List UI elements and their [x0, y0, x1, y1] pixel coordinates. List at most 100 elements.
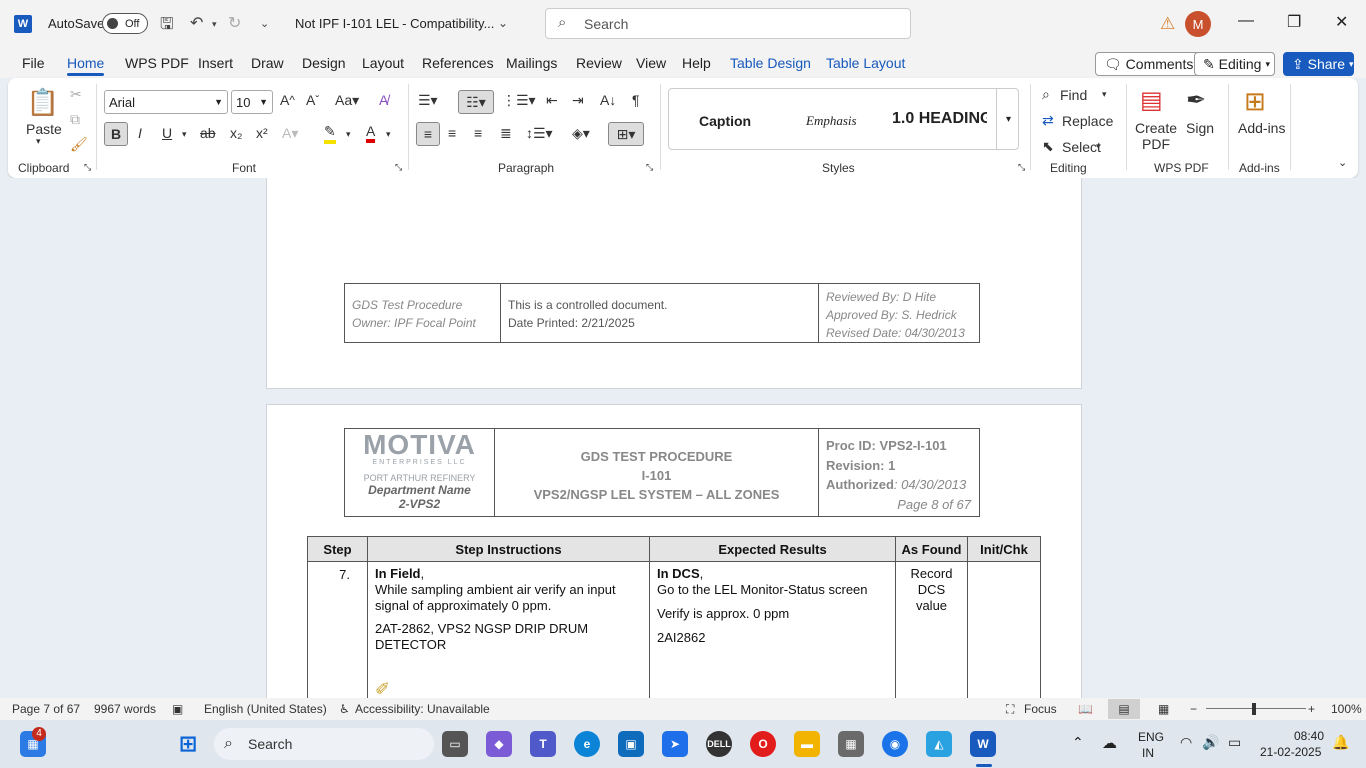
- style-heading[interactable]: 1.0 HEADING: [892, 110, 987, 128]
- tab-home[interactable]: Home: [67, 55, 105, 76]
- strikethrough-button[interactable]: ab: [200, 125, 216, 141]
- page-7[interactable]: GDS Test Procedure Owner: IPF Focal Poin…: [266, 178, 1082, 389]
- clock-date[interactable]: 21-02-2025: [1260, 745, 1321, 759]
- underline-button[interactable]: U: [162, 125, 172, 141]
- document-title[interactable]: Not IPF I-101 LEL - Compatibility...: [295, 16, 494, 31]
- sign-icon[interactable]: ✒: [1186, 86, 1206, 115]
- tab-help[interactable]: Help: [682, 55, 711, 71]
- minimize-icon[interactable]: —: [1238, 12, 1254, 30]
- proofing-icon[interactable]: ▣: [172, 702, 183, 716]
- create-pdf-button[interactable]: Create PDF: [1135, 120, 1177, 152]
- tab-insert[interactable]: Insert: [198, 55, 233, 71]
- align-right-icon[interactable]: ≡: [474, 125, 482, 141]
- tab-draw[interactable]: Draw: [251, 55, 284, 71]
- shading-icon[interactable]: ◈▾: [572, 125, 590, 142]
- calculator-icon[interactable]: ▦: [838, 731, 864, 757]
- borders-icon[interactable]: ⊞▾: [608, 122, 644, 146]
- font-launcher-icon[interactable]: ⤡: [395, 162, 402, 173]
- italic-button[interactable]: I: [138, 125, 142, 141]
- avatar[interactable]: M: [1185, 11, 1211, 37]
- font-color-dropdown-icon[interactable]: ▾: [386, 129, 391, 140]
- replace-button[interactable]: Replace: [1062, 113, 1113, 129]
- language[interactable]: English (United States): [204, 702, 327, 716]
- tab-table-layout[interactable]: Table Layout: [826, 55, 905, 71]
- title-chevron-icon[interactable]: ⌄: [498, 16, 508, 30]
- format-painter-icon[interactable]: 🖌: [70, 136, 88, 153]
- grow-font-icon[interactable]: A ^: [280, 92, 295, 108]
- numbering-icon[interactable]: ☷▾: [458, 90, 494, 114]
- copy-icon[interactable]: ⧉: [70, 111, 80, 128]
- bullets-icon[interactable]: ☰▾: [418, 92, 438, 109]
- clipboard-launcher-icon[interactable]: ⤡: [84, 162, 91, 173]
- zoom-slider[interactable]: [1206, 708, 1306, 709]
- close-icon[interactable]: ✕: [1335, 12, 1348, 32]
- text-effects-icon[interactable]: A▾: [282, 125, 298, 142]
- as-found-cell[interactable]: Record DCS value: [895, 561, 968, 698]
- clock-time[interactable]: 08:40: [1294, 729, 1324, 743]
- subscript-button[interactable]: x₂: [230, 125, 242, 141]
- redo-icon[interactable]: ↻: [228, 13, 241, 33]
- read-mode-icon[interactable]: 📖: [1078, 702, 1093, 716]
- underline-dropdown-icon[interactable]: ▾: [182, 129, 187, 140]
- share-button[interactable]: ⇪ Share ▾: [1283, 52, 1354, 76]
- focus-button[interactable]: Focus: [1024, 702, 1057, 716]
- line-spacing-icon[interactable]: ↕☰▾: [526, 125, 553, 142]
- replace-icon[interactable]: ⇄: [1042, 112, 1054, 129]
- addins-icon[interactable]: ⊞: [1244, 86, 1266, 117]
- taskbar-search[interactable]: ⌕ Search: [214, 728, 434, 760]
- file-explorer-icon[interactable]: ▬: [794, 731, 820, 757]
- store-icon[interactable]: ▣: [618, 731, 644, 757]
- find-icon[interactable]: ⌕: [1042, 86, 1050, 103]
- multilevel-list-icon[interactable]: ⋮☰▾: [502, 92, 536, 109]
- tab-mailings[interactable]: Mailings: [506, 55, 557, 71]
- chrome-icon[interactable]: ◉: [882, 731, 908, 757]
- search-box[interactable]: ⌕ Search: [545, 8, 911, 39]
- change-case-icon[interactable]: Aa▾: [335, 92, 359, 109]
- editing-mode-button[interactable]: ✎ Editing ▾: [1194, 52, 1275, 76]
- bold-button[interactable]: B: [104, 122, 128, 146]
- tab-design[interactable]: Design: [302, 55, 346, 71]
- start-icon[interactable]: ⊞: [175, 731, 201, 757]
- opera-icon[interactable]: O: [750, 731, 776, 757]
- styles-more-icon[interactable]: ▾: [996, 88, 1020, 150]
- sort-icon[interactable]: A↓: [600, 92, 616, 108]
- styles-gallery[interactable]: Caption Emphasis 1.0 HEADING ▾: [668, 88, 1019, 150]
- style-caption[interactable]: Caption: [699, 113, 751, 129]
- network-status-icon[interactable]: ☁: [1102, 734, 1117, 752]
- undo-icon[interactable]: ↶: [190, 13, 203, 33]
- save-icon[interactable]: 🖫: [160, 13, 174, 40]
- tab-references[interactable]: References: [422, 55, 494, 71]
- copilot-icon[interactable]: ◆: [486, 731, 512, 757]
- cut-icon[interactable]: ✂: [70, 86, 82, 103]
- highlight-dropdown-icon[interactable]: ▾: [346, 129, 351, 140]
- tab-view[interactable]: View: [636, 55, 666, 71]
- zoom-level[interactable]: 100%: [1331, 702, 1362, 716]
- undo-dropdown-icon[interactable]: ▾: [212, 19, 217, 30]
- chevron-down-icon[interactable]: ▾: [1102, 89, 1107, 100]
- highlight-icon[interactable]: ✎: [324, 123, 336, 144]
- font-name-dropdown[interactable]: Arial ▼: [104, 90, 228, 114]
- warning-icon[interactable]: ⚠: [1160, 14, 1175, 34]
- create-pdf-icon[interactable]: ▤: [1140, 86, 1163, 115]
- select-icon[interactable]: ⬉: [1042, 138, 1054, 155]
- align-left-icon[interactable]: ≡: [416, 122, 440, 146]
- tab-review[interactable]: Review: [576, 55, 622, 71]
- tab-wps-pdf[interactable]: WPS PDF: [125, 55, 189, 71]
- show-hidden-icons[interactable]: ⌃: [1072, 734, 1084, 751]
- increase-indent-icon[interactable]: ⇥: [572, 92, 584, 109]
- word-taskbar-icon[interactable]: W: [970, 731, 996, 757]
- styles-launcher-icon[interactable]: ⤡: [1018, 162, 1025, 173]
- tab-file[interactable]: File: [22, 55, 45, 71]
- dell-icon[interactable]: DELL: [706, 731, 732, 757]
- init-chk-cell[interactable]: [967, 561, 1041, 698]
- font-color-icon[interactable]: A: [366, 123, 376, 143]
- justify-icon[interactable]: ≣: [500, 125, 512, 142]
- web-layout-icon[interactable]: ▦: [1158, 702, 1169, 716]
- addins-button[interactable]: Add-ins: [1238, 120, 1285, 136]
- battery-icon[interactable]: ▭: [1228, 734, 1241, 751]
- autosave-toggle[interactable]: Off: [102, 13, 148, 34]
- paragraph-launcher-icon[interactable]: ⤡: [646, 162, 653, 173]
- teams-icon[interactable]: T: [530, 731, 556, 757]
- chevron-down-icon[interactable]: ▾: [1096, 141, 1101, 152]
- tab-layout[interactable]: Layout: [362, 55, 404, 71]
